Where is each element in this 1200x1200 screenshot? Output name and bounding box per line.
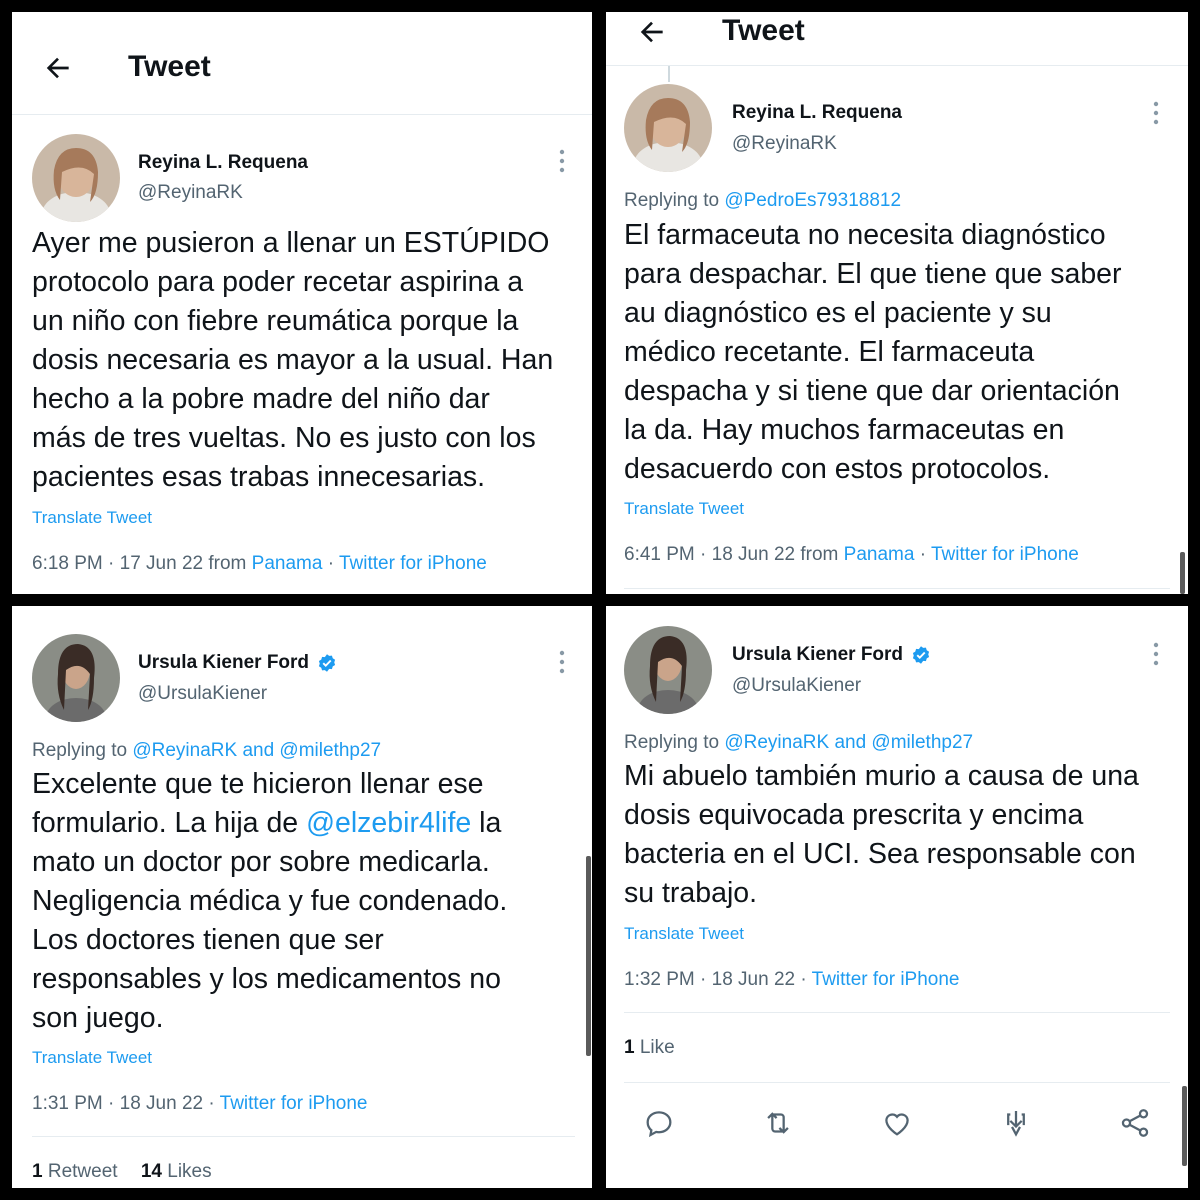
timestamp: 1:32 PM · 18 Jun 22 ·: [624, 969, 812, 990]
translate-tweet-link[interactable]: Translate Tweet: [32, 508, 152, 528]
separator: ·: [914, 544, 931, 565]
source-link[interactable]: Twitter for iPhone: [812, 969, 960, 990]
likes-stat[interactable]: 14 Likes: [141, 1161, 212, 1182]
user-name[interactable]: Reyina L. Requena: [732, 102, 902, 124]
replying-to: Replying to @PedroEs79318812: [624, 190, 901, 212]
more-options-icon[interactable]: [558, 649, 566, 675]
tweet-header: Tweet: [12, 12, 592, 115]
thread-line: [668, 66, 670, 82]
user-handle[interactable]: @ReyinaRK: [732, 133, 837, 155]
translate-tweet-link[interactable]: Translate Tweet: [32, 1048, 152, 1068]
divider: [624, 588, 1170, 589]
retweets-count: 1: [32, 1161, 43, 1182]
replying-to: Replying to @ReyinaRK and @milethp27: [624, 732, 973, 754]
user-handle[interactable]: @UrsulaKiener: [732, 675, 861, 697]
reply-icon[interactable]: [642, 1106, 676, 1140]
source-link[interactable]: Twitter for iPhone: [220, 1093, 368, 1114]
back-arrow-icon[interactable]: [636, 16, 668, 48]
source-link[interactable]: Twitter for iPhone: [931, 544, 1079, 565]
verified-badge-icon: [318, 654, 336, 672]
scrollbar[interactable]: [1182, 1086, 1187, 1166]
retweets-label: Retweet: [42, 1161, 118, 1182]
likes-label: Likes: [161, 1161, 212, 1182]
like-icon[interactable]: [880, 1106, 914, 1140]
timestamp: 6:41 PM · 18 Jun 22 from: [624, 544, 844, 565]
divider: [624, 1012, 1170, 1013]
user-handle[interactable]: @ReyinaRK: [138, 182, 243, 204]
replying-to: Replying to @ReyinaRK and @milethp27: [32, 740, 381, 762]
download-icon[interactable]: [999, 1106, 1033, 1140]
tweet-metadata: 1:31 PM · 18 Jun 22 · Twitter for iPhone: [32, 1093, 368, 1115]
likes-count: 14: [140, 1161, 162, 1182]
header-title: Tweet: [128, 50, 211, 83]
avatar[interactable]: [32, 134, 120, 222]
replying-prefix: Replying to: [624, 732, 725, 753]
scrollbar[interactable]: [586, 856, 591, 1056]
timestamp: 6:18 PM · 17 Jun 22 from: [32, 553, 252, 574]
tweet-text: El farmaceuta no necesita diagnóstico pa…: [624, 219, 1122, 485]
replying-to-link[interactable]: @PedroEs79318812: [724, 190, 901, 211]
tweet-panel-3: Ursula Kiener Ford @UrsulaKiener Replyin…: [12, 606, 592, 1188]
avatar[interactable]: [32, 634, 120, 722]
replying-to-link[interactable]: @ReyinaRK and @milethp27: [132, 740, 381, 761]
replying-to-link[interactable]: @ReyinaRK and @milethp27: [724, 732, 973, 753]
timestamp: 1:31 PM · 18 Jun 22 ·: [32, 1093, 220, 1114]
divider: [624, 1082, 1170, 1083]
tweet-panel-4: Ursula Kiener Ford @UrsulaKiener Replyin…: [606, 606, 1188, 1188]
tweet-metadata: 6:41 PM · 18 Jun 22 from Panama · Twitte…: [624, 544, 1079, 566]
tweet-text: Excelente que te hicieron llenar ese for…: [32, 765, 507, 1038]
action-bar: [642, 1106, 1152, 1140]
divider: [32, 1136, 575, 1137]
more-options-icon[interactable]: [1152, 641, 1160, 667]
user-name[interactable]: Ursula Kiener Ford: [732, 644, 931, 666]
more-options-icon[interactable]: [558, 148, 566, 174]
tweet-text-part-2: la mato un doctor por sobre medicarla. N…: [32, 807, 508, 1034]
likes-stat[interactable]: 1 Like: [624, 1037, 675, 1059]
tweet-text: Mi abuelo también murio a causa de una d…: [624, 760, 1139, 909]
user-name[interactable]: Reyina L. Requena: [138, 152, 308, 174]
location-link[interactable]: Panama: [252, 553, 323, 574]
likes-count: 1: [624, 1037, 635, 1058]
user-name[interactable]: Ursula Kiener Ford: [138, 652, 337, 674]
tweet-panel-2: Tweet Reyina L. Requena @ReyinaRK Replyi…: [606, 12, 1188, 594]
user-name-text: Reyina L. Requena: [732, 102, 902, 123]
header-title: Tweet: [722, 14, 805, 47]
replying-prefix: Replying to: [32, 740, 133, 761]
retweet-icon[interactable]: [761, 1106, 795, 1140]
mention-link[interactable]: @elzebir4life: [306, 807, 471, 839]
avatar[interactable]: [624, 84, 712, 172]
separator: ·: [322, 553, 339, 574]
source-link[interactable]: Twitter for iPhone: [339, 553, 487, 574]
back-arrow-icon[interactable]: [42, 52, 74, 84]
user-name-text: Ursula Kiener Ford: [138, 652, 310, 673]
translate-tweet-link[interactable]: Translate Tweet: [624, 924, 744, 944]
user-name-text: Ursula Kiener Ford: [732, 644, 904, 665]
verified-badge-icon: [912, 646, 930, 664]
scrollbar[interactable]: [1180, 552, 1185, 594]
user-name-text: Reyina L. Requena: [138, 152, 308, 173]
more-options-icon[interactable]: [1152, 100, 1160, 126]
location-link[interactable]: Panama: [844, 544, 915, 565]
translate-tweet-link[interactable]: Translate Tweet: [624, 499, 744, 519]
retweets-stat[interactable]: 1 Retweet: [32, 1161, 118, 1182]
likes-label: Like: [634, 1037, 675, 1058]
avatar[interactable]: [624, 626, 712, 714]
tweet-header: Tweet: [606, 12, 1188, 66]
tweet-stats: 1 Retweet 14 Likes: [32, 1161, 212, 1183]
tweet-text: Ayer me pusieron a llenar un ESTÚPIDO pr…: [32, 227, 554, 493]
tweet-metadata: 1:32 PM · 18 Jun 22 · Twitter for iPhone: [624, 969, 960, 991]
replying-prefix: Replying to: [624, 190, 725, 211]
user-handle[interactable]: @UrsulaKiener: [138, 683, 267, 705]
tweet-metadata: 6:18 PM · 17 Jun 22 from Panama · Twitte…: [32, 553, 487, 575]
share-icon[interactable]: [1118, 1106, 1152, 1140]
tweet-panel-1: Tweet Reyina L. Requena @ReyinaRK Ayer m…: [12, 12, 592, 594]
